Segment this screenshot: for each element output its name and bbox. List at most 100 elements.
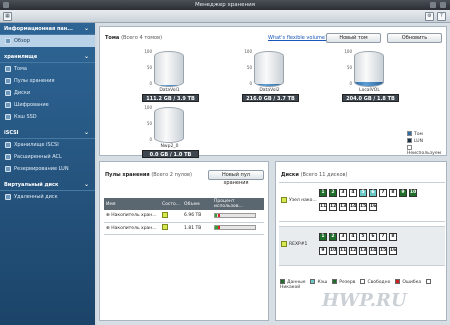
sidebar-item-label: Тома: [14, 66, 27, 72]
sidebar-item-label: Удаленный диск: [14, 194, 58, 200]
sidebar-item[interactable]: Расширенный ACL: [0, 151, 95, 163]
legend-label: Резерв: [339, 280, 356, 285]
disk-slot[interactable]: 9: [319, 247, 327, 255]
chevron-down-icon[interactable]: ⌄: [84, 127, 89, 139]
volume-item[interactable]: 100 50 0 DataVol2 216.0 GB / 3.7 TB: [242, 49, 310, 109]
disk-slot[interactable]: 15: [359, 203, 367, 211]
col-status[interactable]: Состо...: [160, 198, 183, 210]
minimize-icon[interactable]: [430, 2, 436, 8]
sidebar-item[interactable]: Пулы хранения: [0, 75, 95, 87]
col-size[interactable]: Объем: [182, 198, 213, 210]
disk-slot[interactable]: 10: [409, 189, 417, 197]
table-row[interactable]: ⊕ Накопитель хран... 6.96 TB: [104, 210, 264, 223]
sidebar: Информационная пан... ⌄ Обзор хранилище ⌄ Том…: [0, 23, 95, 325]
sidebar-section[interactable]: Информационная пан... ⌄: [0, 23, 95, 35]
tile-view-icon[interactable]: ▦: [3, 12, 12, 21]
volume-cylinder-icon: [254, 51, 284, 87]
disk-slot[interactable]: 14: [369, 247, 377, 255]
sidebar-section[interactable]: хранилище ⌄: [0, 51, 95, 63]
disk-slot[interactable]: 3: [339, 189, 347, 197]
sidebar-item-icon: [5, 142, 11, 148]
new-pool-button[interactable]: Новый пул хранения: [208, 170, 264, 186]
legend-label: Том: [414, 132, 423, 137]
sidebar-item[interactable]: Удаленный диск: [0, 191, 95, 203]
help-icon[interactable]: ?: [437, 12, 446, 21]
group-status-icon: [281, 241, 287, 247]
pool-status-cell: [160, 222, 183, 235]
disk-slot[interactable]: 6: [369, 189, 377, 197]
sidebar-item-icon: [5, 194, 11, 200]
chevron-down-icon[interactable]: ⌄: [84, 51, 89, 63]
close-icon[interactable]: [440, 2, 446, 8]
legend-swatch: [407, 145, 412, 150]
disk-slot[interactable]: 2: [329, 189, 337, 197]
disk-slot[interactable]: 4: [349, 233, 357, 241]
legend-swatch: [280, 279, 285, 284]
table-row[interactable]: ⊕ Накопитель хран... 1.81 TB: [104, 222, 264, 235]
scale-label: 50: [146, 121, 152, 126]
col-usage[interactable]: Процент использов...: [212, 198, 264, 210]
volume-usage-fill: [255, 83, 283, 86]
disk-slot[interactable]: 11: [339, 247, 347, 255]
disk-slot[interactable]: 12: [329, 203, 337, 211]
disk-slot[interactable]: 14: [349, 203, 357, 211]
volume-item[interactable]: 100 50 0 Nwp2_0 0.0 GB / 1.0 TB: [142, 105, 210, 165]
disk-slot[interactable]: 16: [369, 203, 377, 211]
pool-usage-cell: [212, 210, 264, 223]
sidebar-item-icon: [5, 166, 11, 172]
disk-slot[interactable]: 12: [349, 247, 357, 255]
disk-slot[interactable]: 8: [389, 189, 397, 197]
sidebar-item[interactable]: Резервирование LUN: [0, 163, 95, 175]
disk-slot[interactable]: 4: [349, 189, 357, 197]
disk-slot[interactable]: 16: [389, 247, 397, 255]
disk-slot[interactable]: 13: [359, 247, 367, 255]
disk-slot[interactable]: 9: [399, 189, 407, 197]
volume-scale: 100 50 0: [242, 49, 252, 89]
disk-slot[interactable]: 7: [379, 233, 387, 241]
disk-slot[interactable]: 7: [379, 189, 387, 197]
usage-fill: [215, 213, 217, 217]
usage-bar: [214, 212, 257, 218]
pool-name-cell: ⊕ Накопитель хран...: [104, 210, 160, 223]
chevron-down-icon[interactable]: ⌄: [84, 179, 89, 191]
sidebar-section[interactable]: Виртуальный диск ⌄: [0, 179, 95, 191]
sidebar-item[interactable]: Кэш SSD: [0, 111, 95, 123]
legend-swatch: [310, 279, 316, 284]
disk-slot[interactable]: 11: [319, 203, 327, 211]
scale-label: 100: [244, 49, 252, 54]
disk-slot[interactable]: 2: [329, 233, 337, 241]
disk-slot[interactable]: 3: [339, 233, 347, 241]
settings-gear-icon[interactable]: ⚙: [425, 12, 434, 21]
disk-slot[interactable]: 8: [389, 233, 397, 241]
scale-label: 100: [344, 49, 352, 54]
sidebar-section[interactable]: iSCSI ⌄: [0, 127, 95, 139]
disk-slot[interactable]: 1: [319, 189, 327, 197]
legend-label: LUN: [414, 139, 423, 144]
disk-slot[interactable]: 10: [329, 247, 337, 255]
disk-slot[interactable]: 1: [319, 233, 327, 241]
volume-item[interactable]: 100 50 0 DataVol1 111.2 GB / 3.9 TB: [142, 49, 210, 109]
volume-name: Nwp2_0: [160, 144, 179, 149]
disk-slot[interactable]: 13: [339, 203, 347, 211]
toolbar: ▦ ⚙ ?: [0, 10, 450, 23]
legend-label: Свободно: [367, 280, 391, 285]
sidebar-item[interactable]: Тома: [0, 63, 95, 75]
pool-status-cell: [160, 210, 183, 223]
disk-slot[interactable]: 15: [379, 247, 387, 255]
sidebar-item-label: Резервирование LUN: [14, 166, 69, 172]
sidebar-item[interactable]: Обзор: [0, 35, 95, 47]
volume-capacity: 111.2 GB / 3.9 TB: [142, 94, 199, 102]
sidebar-item[interactable]: Шифрование: [0, 99, 95, 111]
sidebar-item[interactable]: Хранилище iSCSI: [0, 139, 95, 151]
window-menu-icon[interactable]: [3, 2, 9, 8]
volume-item[interactable]: 100 50 0 LocalVOL 204.0 GB / 1.8 TB: [342, 49, 410, 109]
chevron-down-icon[interactable]: ⌄: [84, 23, 89, 35]
disk-slot[interactable]: 6: [369, 233, 377, 241]
disk-slot[interactable]: 5: [359, 233, 367, 241]
sidebar-item[interactable]: Диски: [0, 87, 95, 99]
disk-slot[interactable]: 5: [359, 189, 367, 197]
col-name[interactable]: Имя: [104, 198, 160, 210]
flexible-volume-link[interactable]: What's flexible volume?: [268, 35, 328, 41]
new-volume-button[interactable]: Новый том: [326, 33, 381, 43]
refresh-button[interactable]: Обновить: [387, 33, 442, 43]
